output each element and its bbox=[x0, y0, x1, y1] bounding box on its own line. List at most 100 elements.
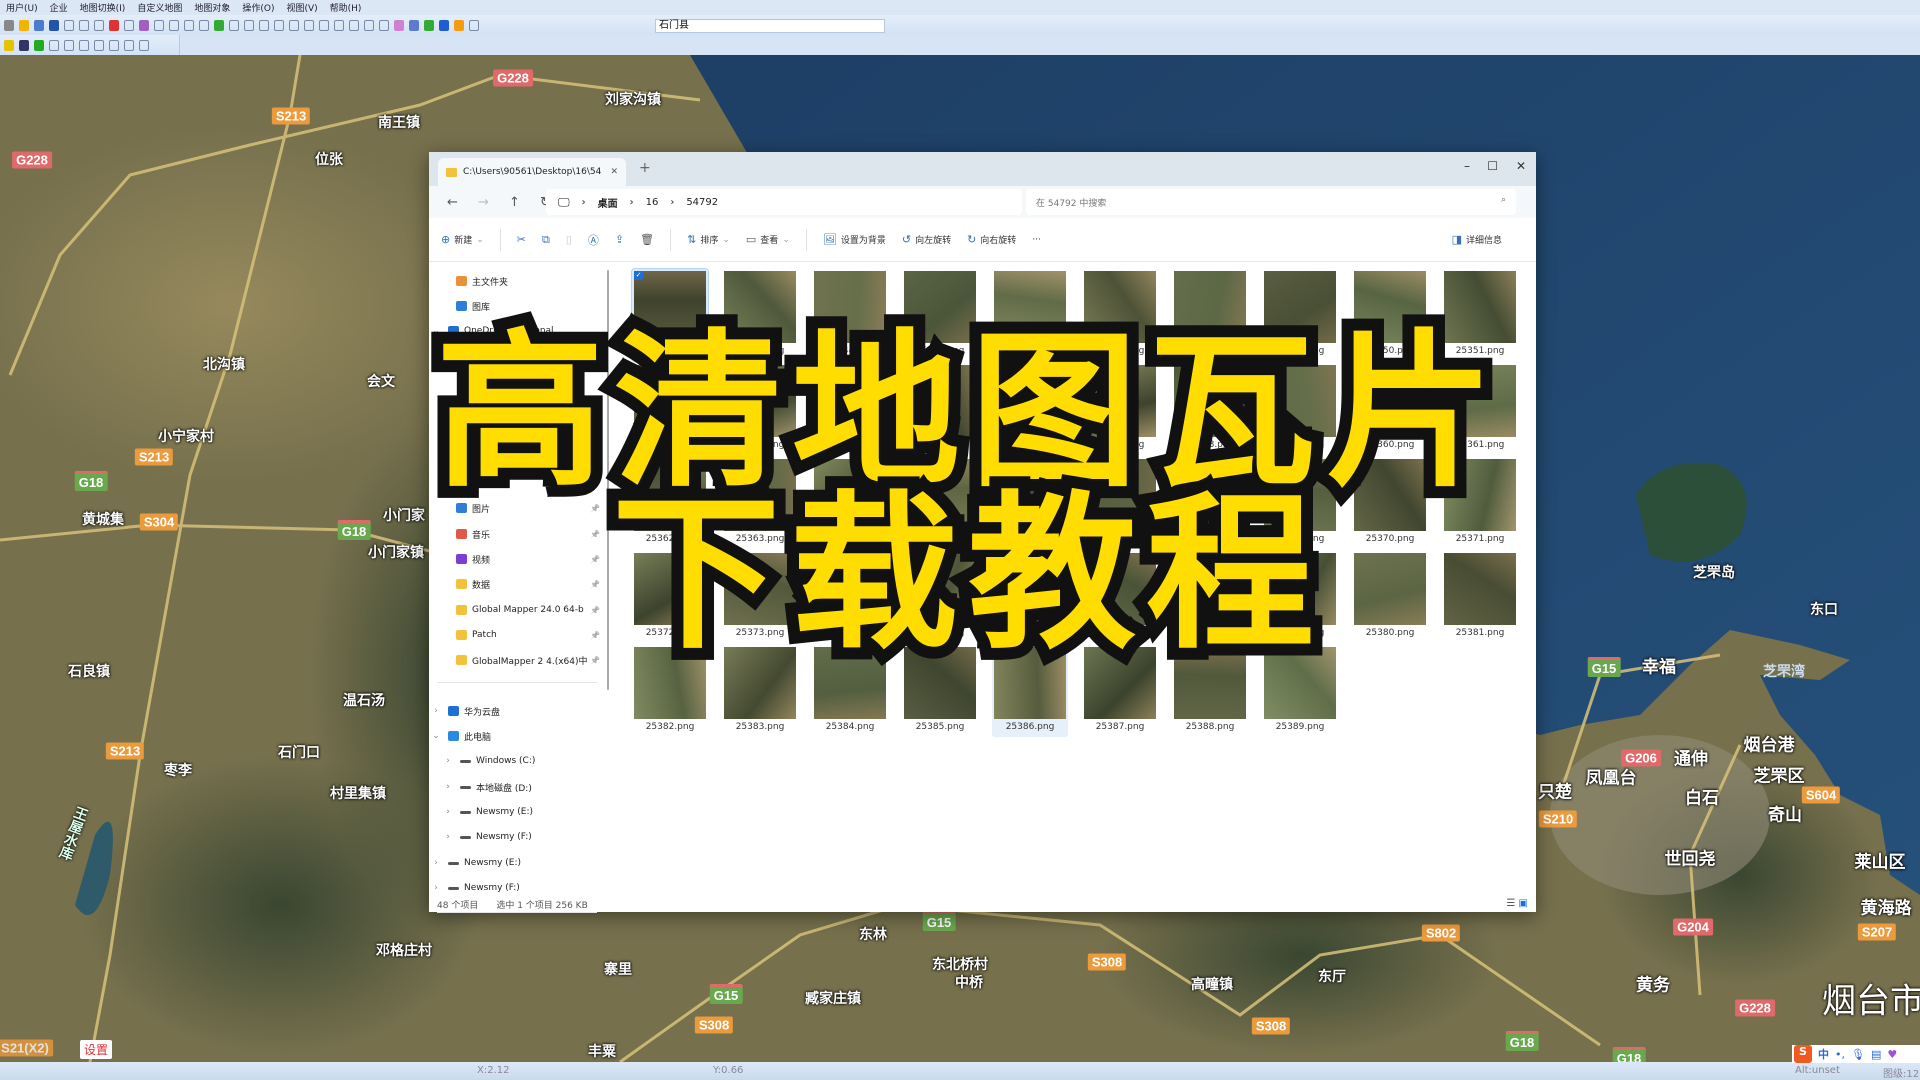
star-icon[interactable] bbox=[19, 19, 29, 31]
chevron-icon[interactable]: › bbox=[429, 706, 443, 716]
chevron-icon[interactable]: › bbox=[441, 807, 455, 817]
polyline-icon[interactable] bbox=[229, 19, 239, 31]
skin-icon[interactable]: ♥ bbox=[1887, 1048, 1897, 1061]
search-input[interactable]: 在 54792 中搜索 ⌕ bbox=[1026, 189, 1516, 215]
pin-icon[interactable]: 📌 bbox=[590, 631, 600, 640]
chart-icon[interactable] bbox=[34, 19, 44, 31]
sidebar-item[interactable]: › Newsmy (E:) bbox=[429, 801, 604, 823]
paste-button[interactable]: ▯ bbox=[566, 233, 572, 246]
settings-button[interactable]: 设置 bbox=[80, 1040, 113, 1059]
green-marker-icon[interactable] bbox=[424, 19, 434, 31]
sidebar-item[interactable]: › 华为云盘 bbox=[429, 700, 604, 722]
sidebar-item[interactable]: 音乐 📌 bbox=[429, 523, 604, 545]
new-button[interactable]: ⊕ 新建 ⌄ bbox=[441, 233, 484, 246]
ime-mode[interactable]: 中 bbox=[1818, 1046, 1829, 1062]
chevron-icon[interactable]: › bbox=[429, 883, 443, 893]
breadcrumb-item[interactable]: 54792 bbox=[686, 197, 718, 208]
menu-item[interactable]: 地图对象 bbox=[194, 1, 230, 14]
microphone-icon[interactable]: 🎙 bbox=[1851, 1048, 1865, 1061]
sidebar-item[interactable]: Global Mapper 24.0 64-b 📌 bbox=[429, 599, 604, 621]
chevron-icon[interactable]: › bbox=[441, 832, 455, 842]
breadcrumb-item[interactable]: 16 bbox=[646, 197, 659, 208]
rename-button[interactable]: Ⓐ bbox=[588, 232, 599, 248]
view-button[interactable]: ▭ 查看 ⌄ bbox=[746, 233, 790, 246]
doc-icon[interactable] bbox=[139, 39, 149, 51]
blue-marker-icon[interactable] bbox=[439, 19, 449, 31]
set-background-button[interactable]: 🖼 设置为背景 bbox=[823, 233, 886, 246]
pin-icon[interactable]: 📌 bbox=[590, 580, 600, 589]
sort-button[interactable]: ⇅ 排序 ⌄ bbox=[687, 233, 730, 246]
sidebar-item[interactable]: › Newsmy (F:) bbox=[429, 826, 604, 848]
menu-item[interactable]: 自定义地图 bbox=[137, 1, 182, 14]
sidebar-item[interactable]: Patch 📌 bbox=[429, 624, 604, 646]
triangle-icon[interactable] bbox=[244, 19, 254, 31]
checkbox[interactable]: ✓ bbox=[634, 271, 643, 280]
address-bar[interactable]: 🖵 › 桌面 › 16 › 54792 bbox=[546, 189, 1022, 215]
book-icon[interactable] bbox=[409, 19, 419, 31]
punctuation-icon[interactable]: •, bbox=[1835, 1048, 1845, 1061]
dots-icon[interactable] bbox=[289, 19, 299, 31]
breadcrumb-item[interactable]: 桌面 bbox=[598, 195, 618, 210]
ellipse-icon[interactable] bbox=[334, 19, 344, 31]
rect-icon[interactable] bbox=[199, 19, 209, 31]
cut-button[interactable]: ✂ bbox=[517, 233, 526, 246]
layer-icon[interactable] bbox=[169, 19, 179, 31]
menu-item[interactable]: 企业 bbox=[50, 1, 68, 14]
minimize-button[interactable]: – bbox=[1464, 159, 1470, 173]
bar-icon[interactable] bbox=[394, 19, 404, 31]
tiles-view-icon[interactable]: ▣ bbox=[1519, 898, 1528, 909]
details-view-icon[interactable]: ☰ bbox=[1506, 898, 1515, 909]
pin-icon[interactable]: 📌 bbox=[590, 530, 600, 539]
sidebar-item[interactable]: › Newsmy (F:) bbox=[429, 877, 604, 899]
sidebar-item[interactable]: 主文件夹 bbox=[429, 270, 604, 292]
tab-current-folder[interactable]: C:\Users\90561\Desktop\16\54 ✕ bbox=[438, 158, 626, 186]
redo-icon[interactable] bbox=[94, 19, 104, 31]
sidebar-item[interactable]: ⌄ 此电脑 bbox=[429, 725, 604, 747]
road-icon[interactable] bbox=[49, 39, 59, 51]
doc-icon[interactable] bbox=[379, 19, 389, 31]
delete-button[interactable]: 🗑 bbox=[640, 233, 654, 246]
circle-icon[interactable] bbox=[109, 39, 119, 51]
curve-icon[interactable] bbox=[259, 19, 269, 31]
new-tab-button[interactable]: + bbox=[639, 160, 651, 176]
arc-icon[interactable] bbox=[79, 39, 89, 51]
yellow-pin-icon[interactable] bbox=[4, 39, 14, 51]
menu-item[interactable]: 地图切换(I) bbox=[80, 1, 126, 14]
pin-icon[interactable] bbox=[139, 19, 149, 31]
green-pin-icon[interactable] bbox=[34, 39, 44, 51]
line-icon[interactable] bbox=[64, 19, 74, 31]
sidebar-item[interactable]: 数据 📌 bbox=[429, 573, 604, 595]
ime-toolbar[interactable]: S 中 •, 🎙 ▤ ♥ bbox=[1792, 1045, 1920, 1063]
road-icon[interactable] bbox=[274, 19, 284, 31]
pin-icon[interactable]: 📌 bbox=[590, 555, 600, 564]
sidebar-item[interactable]: › 本地磁盘 (D:) bbox=[429, 776, 604, 798]
circle-icon[interactable] bbox=[64, 39, 74, 51]
chevron-icon[interactable]: › bbox=[441, 756, 455, 766]
sidebar-item[interactable]: › Newsmy (E:) bbox=[429, 852, 604, 874]
pencil-icon[interactable] bbox=[154, 19, 164, 31]
copy-button[interactable]: ⧉ bbox=[542, 233, 550, 247]
blue-pin-icon[interactable] bbox=[19, 39, 29, 51]
close-window-button[interactable]: ✕ bbox=[1516, 159, 1526, 173]
close-tab-icon[interactable]: ✕ bbox=[610, 167, 618, 177]
orange-marker-icon[interactable] bbox=[454, 19, 464, 31]
more-button[interactable]: ··· bbox=[1032, 235, 1041, 245]
chevron-icon[interactable]: › bbox=[441, 782, 455, 792]
menu-item[interactable]: 操作(O) bbox=[242, 1, 274, 14]
maximize-button[interactable]: ☐ bbox=[1487, 159, 1498, 173]
file-tile[interactable]: 25380.png bbox=[1352, 551, 1428, 643]
arc-icon[interactable] bbox=[319, 19, 329, 31]
share-button[interactable]: ⇪ bbox=[615, 233, 624, 246]
square-icon[interactable] bbox=[124, 39, 134, 51]
forward-button[interactable]: → bbox=[468, 195, 499, 210]
up-button[interactable]: ↑ bbox=[499, 195, 530, 210]
sidebar-item[interactable]: GlobalMapper 2 4.(x64)中 📌 bbox=[429, 649, 604, 671]
pin-icon[interactable]: 📌 bbox=[590, 606, 600, 615]
sidebar-item[interactable]: › Windows (C:) bbox=[429, 750, 604, 772]
location-search-input[interactable]: 石门县 bbox=[655, 19, 885, 33]
file-tile[interactable]: 25381.png bbox=[1442, 551, 1518, 643]
circle-icon[interactable] bbox=[304, 19, 314, 31]
menu-item[interactable]: 视图(V) bbox=[286, 1, 317, 14]
chevron-icon[interactable]: ⌄ bbox=[429, 731, 443, 741]
menu-item[interactable]: 用户(U) bbox=[6, 1, 38, 14]
